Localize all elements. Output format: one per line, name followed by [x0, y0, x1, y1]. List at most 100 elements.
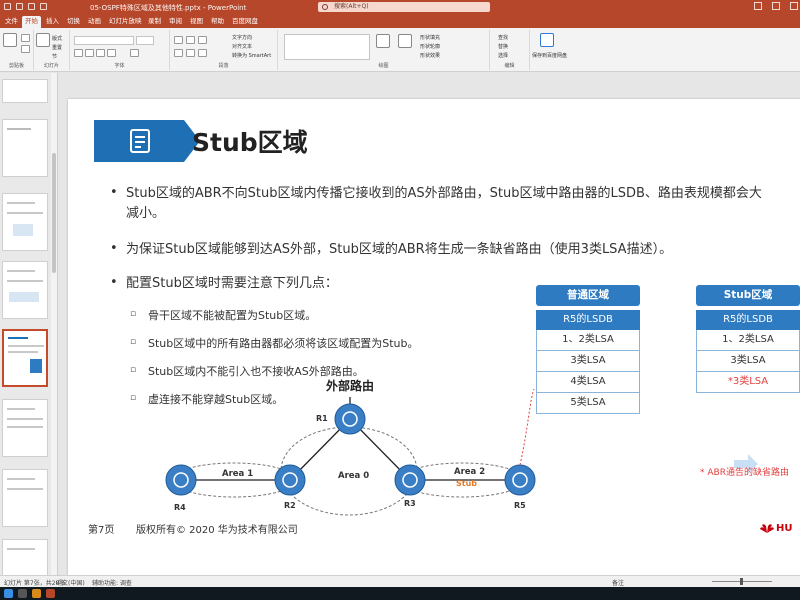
tab-home[interactable]: 开始 [22, 16, 41, 28]
search-taskbar-icon[interactable] [18, 589, 27, 598]
bold-icon[interactable] [74, 49, 83, 57]
normal-area-table[interactable]: 普通区域 R5的LSDB 1、2类LSA 3类LSA 4类LSA 5类LSA [536, 285, 640, 414]
ribbon: 剪贴板 版式 重置 节 幻灯片 字体 文字方向 对齐文本 转换为 SmartAr… [0, 28, 800, 72]
sub-bullet-1[interactable]: 骨干区域不能被配置为Stub区域。 [148, 307, 316, 323]
tab-file[interactable]: 文件 [2, 16, 21, 28]
table-cell: 1、2类LSA [536, 330, 640, 351]
shape-fill-button[interactable]: 形状填充 [420, 34, 440, 41]
find-button[interactable]: 查找 [498, 34, 508, 41]
bullet-dot: • [110, 241, 118, 256]
router-r2-icon [274, 464, 306, 496]
section-button[interactable]: 节 [52, 53, 57, 60]
language-indicator[interactable]: 中文(中国) [56, 578, 85, 587]
strikethrough-icon[interactable] [107, 49, 116, 57]
title-banner [94, 120, 200, 162]
select-button[interactable]: 选择 [498, 52, 508, 59]
slide-title[interactable]: Stub区域 [192, 123, 308, 159]
italic-icon[interactable] [85, 49, 94, 57]
router-r4-icon [165, 464, 197, 496]
quick-styles-icon[interactable] [398, 34, 412, 48]
sub-bullet-2[interactable]: Stub区域中的所有路由器都必须将该区域配置为Stub。 [148, 335, 419, 351]
scrollbar-thumb[interactable] [52, 153, 56, 273]
shape-effects-button[interactable]: 形状效果 [420, 52, 440, 59]
bullet-dot: • [110, 185, 118, 200]
thumbnail-slide[interactable] [2, 79, 48, 103]
font-group: 字体 [70, 30, 170, 70]
copy-icon[interactable] [21, 45, 30, 53]
baidu-cloud-icon[interactable] [540, 33, 554, 47]
tab-transitions[interactable]: 切换 [64, 16, 83, 28]
drawing-group: 形状填充 形状轮廓 形状效果 绘图 [278, 30, 490, 70]
router-label-r5: R5 [514, 501, 526, 510]
tab-slideshow[interactable]: 幻灯片放映 [106, 16, 145, 28]
underline-icon[interactable] [96, 49, 105, 57]
arrange-icon[interactable] [376, 34, 390, 48]
close-icon[interactable] [790, 2, 798, 10]
area-2-label: Area 2 [454, 467, 486, 477]
paste-icon[interactable] [3, 33, 17, 47]
replace-button[interactable]: 替换 [498, 43, 508, 50]
powerpoint-taskbar-icon[interactable] [46, 589, 55, 598]
bullets-icon[interactable] [174, 36, 183, 44]
align-center-icon[interactable] [186, 49, 195, 57]
search-box[interactable]: 搜索(Alt+Q) [318, 2, 490, 12]
reset-button[interactable]: 重置 [52, 44, 62, 51]
slide-canvas[interactable]: Stub区域 • Stub区域的ABR不向Stub区域内传播它接收到的AS外部路… [68, 99, 800, 575]
save-icon[interactable] [16, 3, 23, 10]
autosave-icon[interactable] [4, 3, 11, 10]
tab-help[interactable]: 帮助 [208, 16, 227, 28]
powerpoint-window: 05-OSPF特殊区域及其他特性.pptx - PowerPoint 搜索(Al… [0, 0, 800, 600]
document-title: 05-OSPF特殊区域及其他特性.pptx - PowerPoint [90, 4, 247, 12]
file-explorer-icon[interactable] [32, 589, 41, 598]
table-cell: 3类LSA [696, 351, 800, 372]
align-left-icon[interactable] [174, 49, 183, 57]
shape-outline-button[interactable]: 形状轮廓 [420, 43, 440, 50]
thumbnail-slide[interactable] [2, 539, 48, 575]
align-right-icon[interactable] [198, 49, 207, 57]
minimize-icon[interactable] [754, 2, 762, 10]
tab-view[interactable]: 视图 [187, 16, 206, 28]
sub-bullet-4[interactable]: 虚连接不能穿越Stub区域。 [148, 391, 283, 407]
zoom-slider-thumb[interactable] [740, 578, 743, 585]
numbering-icon[interactable] [186, 36, 195, 44]
tab-baidu-netdisk[interactable]: 百度网盘 [229, 16, 261, 28]
document-icon [130, 129, 150, 153]
cut-icon[interactable] [21, 34, 30, 42]
notes-button[interactable]: 备注 [612, 578, 624, 587]
maximize-icon[interactable] [772, 2, 780, 10]
thumbnail-slide[interactable] [2, 119, 48, 177]
text-direction-button[interactable]: 文字方向 [232, 34, 252, 41]
bullet-3[interactable]: 配置Stub区域时需要注意下列几点： [126, 275, 338, 293]
shapes-gallery[interactable] [284, 34, 370, 60]
stub-area-table[interactable]: Stub区域 R5的LSDB 1、2类LSA 3类LSA *3类LSA [696, 285, 800, 393]
bullet-2[interactable]: 为保证Stub区域能够到达AS外部，Stub区域的ABR将生成一条缺省路由（使用… [126, 241, 672, 259]
thumbnail-slide[interactable] [2, 261, 48, 319]
save-baidu-button[interactable]: 保存到百度网盘 [532, 52, 567, 59]
slides-group: 版式 重置 节 幻灯片 [34, 30, 70, 70]
thumbnail-slide-selected[interactable] [2, 329, 48, 387]
font-name-select[interactable] [74, 36, 134, 45]
thumbnail-slide[interactable] [2, 469, 48, 527]
tab-insert[interactable]: 插入 [43, 16, 62, 28]
thumbnails-scrollbar[interactable] [51, 73, 57, 575]
accessibility-indicator[interactable]: 辅助功能: 调查 [92, 578, 132, 587]
thumbnail-slide[interactable] [2, 193, 48, 251]
annotation-connector [519, 388, 535, 466]
tab-record[interactable]: 录制 [145, 16, 164, 28]
redo-icon[interactable] [40, 3, 47, 10]
font-color-icon[interactable] [130, 49, 139, 57]
layout-button[interactable]: 版式 [52, 35, 62, 42]
thumbnail-slide[interactable] [2, 399, 48, 457]
new-slide-icon[interactable] [36, 33, 50, 47]
font-size-select[interactable] [136, 36, 154, 45]
align-text-button[interactable]: 对齐文本 [232, 43, 252, 50]
undo-icon[interactable] [28, 3, 35, 10]
tab-animations[interactable]: 动画 [85, 16, 104, 28]
bullet-1-line-2[interactable]: 减小。 [126, 205, 165, 223]
smartart-button[interactable]: 转换为 SmartArt [232, 52, 271, 59]
start-icon[interactable] [4, 589, 13, 598]
bullet-1-line-1[interactable]: Stub区域的ABR不向Stub区域内传播它接收到的AS外部路由，Stub区域中… [126, 185, 762, 203]
area-1-label: Area 1 [222, 469, 254, 479]
tab-review[interactable]: 审阅 [166, 16, 185, 28]
indent-icon[interactable] [198, 36, 207, 44]
